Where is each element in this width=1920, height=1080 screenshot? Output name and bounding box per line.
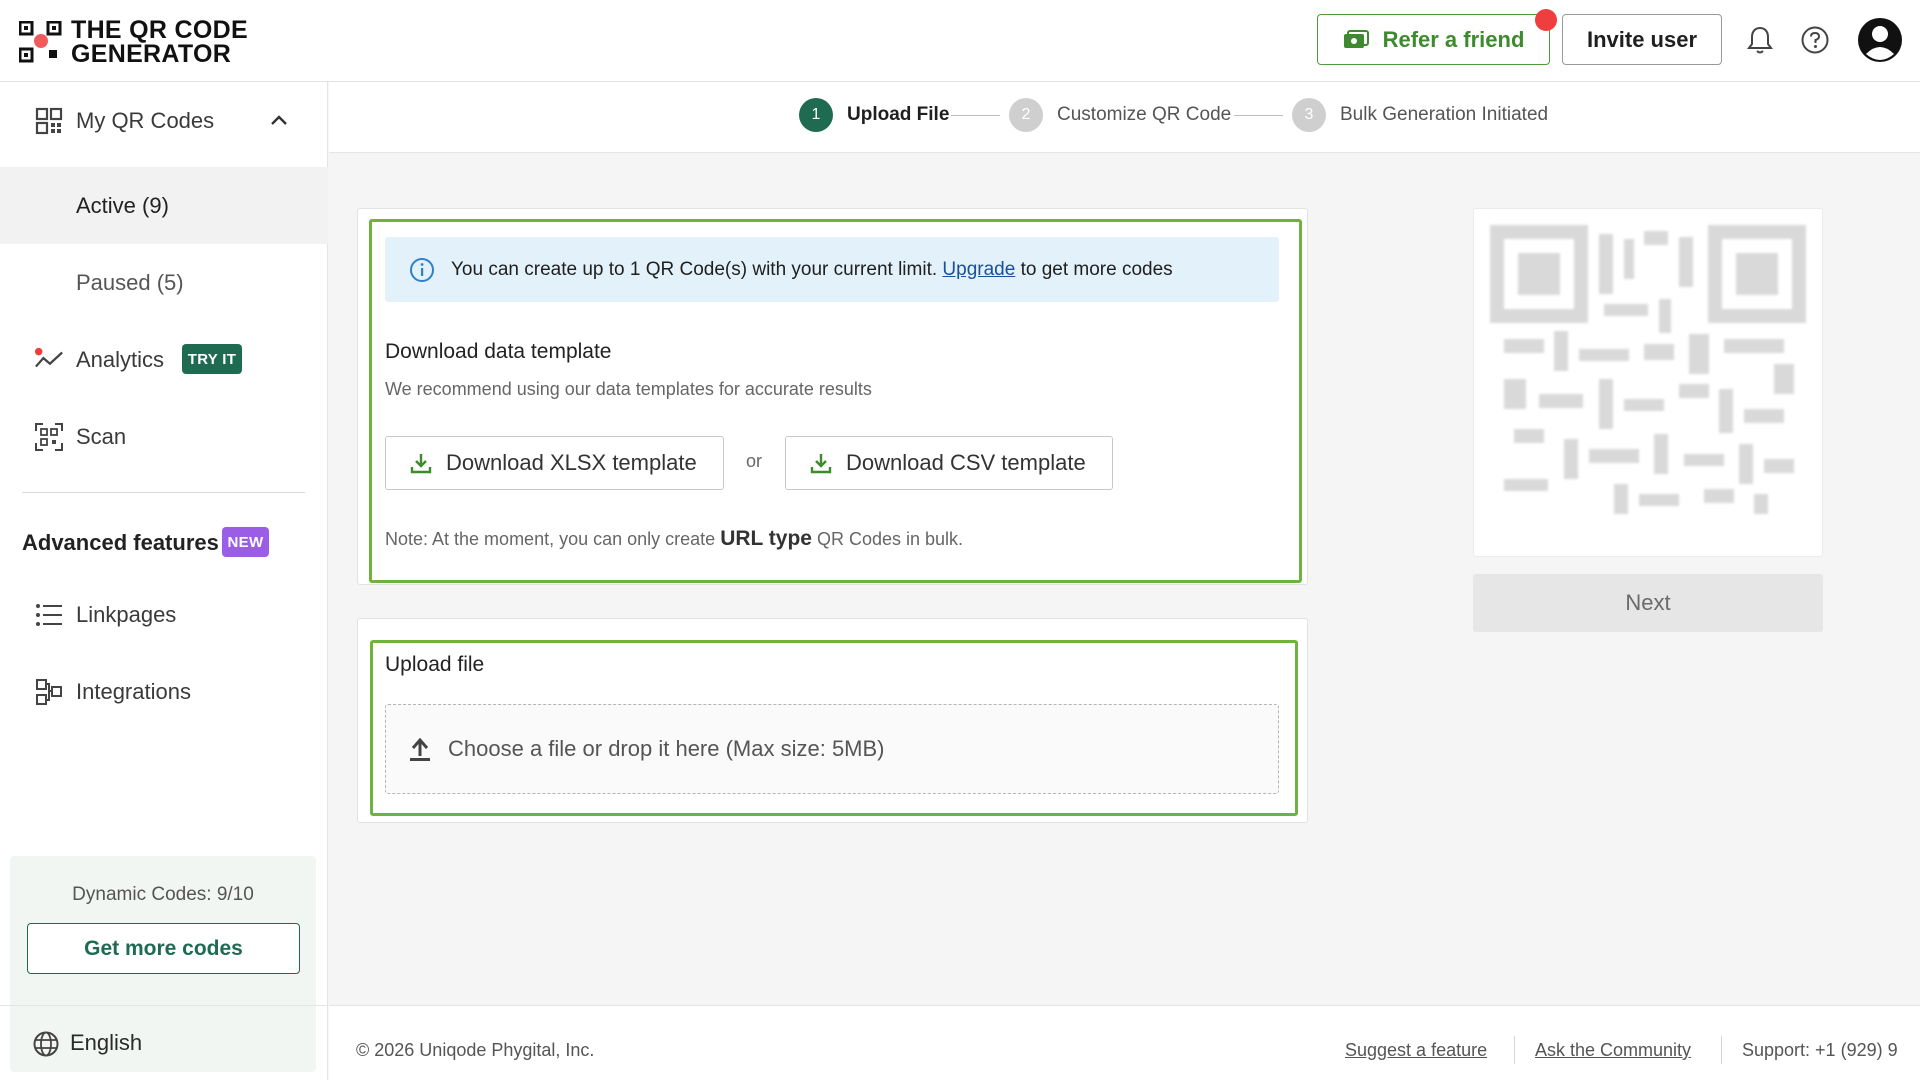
notification-dot	[1535, 9, 1557, 31]
ask-community-link[interactable]: Ask the Community	[1535, 1040, 1691, 1061]
language-selector[interactable]: English	[0, 1005, 328, 1080]
sidebar-item-integrations[interactable]: Integrations	[0, 653, 328, 730]
sidebar: My QR Codes Active (9) Paused (5) Analyt…	[0, 82, 328, 1080]
sidebar-item-linkpages[interactable]: Linkpages	[0, 576, 328, 653]
footer: © 2026 Uniqode Phygital, Inc. Suggest a …	[329, 1005, 1920, 1080]
user-avatar-icon[interactable]	[1856, 16, 1904, 64]
sidebar-item-my-qr-codes[interactable]: My QR Codes	[0, 82, 328, 159]
footer-separator	[1721, 1036, 1722, 1064]
sidebar-item-label: Linkpages	[76, 601, 177, 627]
step-bulk-generation: 3 Bulk Generation Initiated	[1292, 98, 1548, 132]
globe-icon	[32, 1030, 60, 1058]
logo-line-1: THE QR CODE	[71, 16, 248, 44]
sidebar-item-active[interactable]: Active (9)	[0, 167, 328, 244]
download-template-title: Download data template	[385, 340, 612, 363]
suggest-feature-link[interactable]: Suggest a feature	[1345, 1040, 1487, 1061]
refer-friend-label: Refer a friend	[1382, 26, 1525, 52]
note-url-type: URL type	[720, 527, 812, 550]
support-phone: Support: +1 (929) 9	[1742, 1040, 1898, 1060]
step-connector	[1234, 115, 1283, 116]
new-badge: NEW	[222, 527, 269, 557]
step-number: 3	[1292, 98, 1326, 132]
copyright-text: © 2026 Uniqode Phygital, Inc.	[356, 1040, 595, 1060]
next-button[interactable]: Next	[1473, 574, 1823, 632]
sidebar-item-label: Active (9)	[76, 192, 169, 218]
download-csv-label: Download CSV template	[846, 450, 1086, 475]
sidebar-item-label: Integrations	[76, 678, 191, 704]
download-icon	[410, 452, 432, 474]
banner-text-end: to get more codes	[1015, 258, 1173, 280]
upgrade-link[interactable]: Upgrade	[942, 259, 1015, 280]
limit-info-banner: You can create up to 1 QR Code(s) with y…	[385, 237, 1279, 302]
sidebar-item-paused[interactable]: Paused (5)	[0, 244, 328, 321]
advanced-features-heading: Advanced features	[22, 530, 219, 555]
info-icon	[409, 257, 435, 289]
upload-file-title: Upload file	[385, 653, 485, 676]
integrations-icon	[34, 677, 64, 707]
stepper: 1 Upload File 2 Customize QR Code 3 Bulk…	[329, 82, 1920, 153]
step-upload-file: 1 Upload File	[799, 98, 949, 132]
or-separator: or	[746, 451, 763, 471]
dropzone-text: Choose a file or drop it here (Max size:…	[448, 736, 885, 761]
get-more-codes-button[interactable]: Get more codes	[27, 923, 300, 974]
limit-info-text: You can create up to 1 QR Code(s) with y…	[451, 259, 1173, 281]
download-xlsx-label: Download XLSX template	[446, 450, 697, 475]
analytics-icon	[34, 345, 64, 375]
chevron-up-icon[interactable]	[266, 108, 292, 134]
step-number: 1	[799, 98, 833, 132]
file-dropzone[interactable]: Choose a file or drop it here (Max size:…	[385, 704, 1279, 794]
sidebar-item-analytics[interactable]: Analytics TRY IT	[0, 321, 328, 398]
sidebar-item-scan[interactable]: Scan	[0, 398, 328, 475]
download-icon	[810, 452, 832, 474]
sidebar-item-label: Scan	[76, 423, 127, 449]
refer-friend-button[interactable]: Refer a friend	[1317, 9, 1557, 65]
gift-money-icon	[1343, 29, 1369, 51]
download-xlsx-button[interactable]: Download XLSX template	[385, 436, 724, 490]
upload-icon	[408, 736, 432, 767]
list-icon	[34, 600, 64, 630]
qr-grid-icon	[34, 106, 64, 136]
logo-text: THE QR CODE GENERATOR	[71, 16, 248, 68]
note-text-start: Note: At the moment, you can only create	[385, 529, 721, 549]
sidebar-item-label: Analytics	[76, 346, 165, 372]
invite-user-button[interactable]: Invite user	[1562, 14, 1722, 65]
banner-text-start: You can create up to 1 QR Code(s) with y…	[451, 258, 943, 280]
invite-user-label: Invite user	[1586, 26, 1698, 52]
download-csv-button[interactable]: Download CSV template	[785, 436, 1113, 490]
step-label: Customize QR Code	[1057, 104, 1232, 125]
footer-separator	[1514, 1036, 1515, 1064]
bulk-note: Note: At the moment, you can only create…	[385, 527, 963, 551]
step-label: Bulk Generation Initiated	[1340, 104, 1549, 125]
qr-preview	[1473, 208, 1823, 557]
step-label: Upload File	[847, 104, 950, 125]
sidebar-item-label: Paused (5)	[76, 269, 184, 295]
scan-icon	[34, 422, 64, 452]
sidebar-item-label: My QR Codes	[76, 107, 215, 133]
bell-icon[interactable]	[1742, 22, 1778, 58]
qr-code-preview-icon	[1490, 225, 1806, 514]
step-customize: 2 Customize QR Code	[1009, 98, 1231, 132]
sidebar-divider	[22, 492, 305, 493]
qr-logo-icon	[18, 20, 63, 63]
step-number: 2	[1009, 98, 1043, 132]
app-logo[interactable]: THE QR CODE GENERATOR	[18, 16, 248, 68]
step-connector	[951, 115, 1000, 116]
top-header: THE QR CODE GENERATOR Refer a friend Inv…	[0, 0, 1920, 82]
dynamic-codes-count: Dynamic Codes: 9/10	[72, 884, 254, 905]
note-text-end: QR Codes in bulk.	[811, 529, 964, 549]
language-label: English	[70, 1030, 143, 1055]
help-icon[interactable]	[1797, 22, 1833, 58]
download-template-subtitle: We recommend using our data templates fo…	[385, 379, 872, 399]
try-it-badge: TRY IT	[182, 344, 242, 374]
logo-line-2: GENERATOR	[71, 40, 232, 68]
